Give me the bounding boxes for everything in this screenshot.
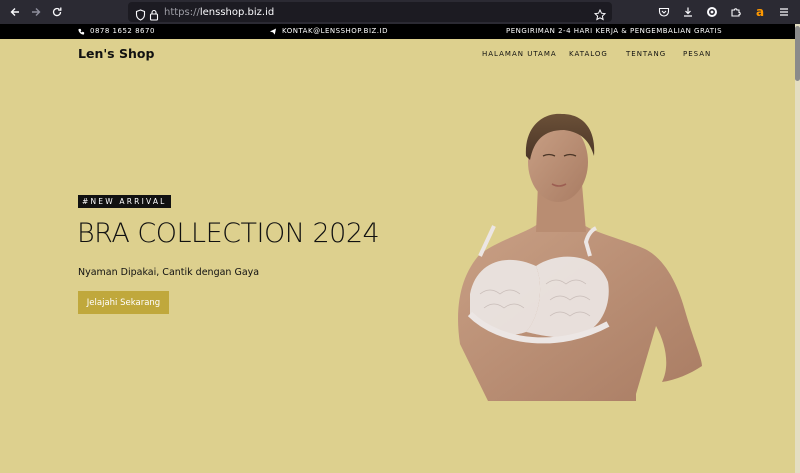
extension-puzzle-icon[interactable] [726, 2, 746, 22]
hero-title: BRA COLLECTION 2024 [77, 218, 380, 249]
svg-text:a: a [756, 5, 764, 19]
download-icon[interactable] [678, 2, 698, 22]
phone-contact[interactable]: 0878 1652 8670 [78, 27, 155, 35]
forward-arrow-icon[interactable] [25, 1, 47, 23]
url-scheme: https:// [164, 6, 200, 18]
explore-now-button[interactable]: Jelajahi Sekarang [78, 291, 169, 314]
menu-icon[interactable] [774, 2, 794, 22]
address-bar[interactable]: https://lensshop.biz.id [128, 2, 612, 22]
email-contact[interactable]: KONTAK@LENSSHOP.BIZ.ID [269, 27, 388, 35]
new-arrival-badge: #NEW ARRIVAL [78, 195, 171, 208]
page-scrollbar[interactable] [795, 24, 800, 473]
shield-icon[interactable] [135, 6, 146, 25]
hero-subtitle: Nyaman Dipakai, Cantik dengan Gaya [78, 267, 260, 278]
main-navigation: HALAMAN UTAMA KATALOG TENTANG PESAN [0, 50, 795, 62]
amazon-extension-icon[interactable]: a [750, 2, 770, 22]
url-host: lensshop.biz.id [199, 6, 275, 18]
browser-toolbar: https://lensshop.biz.id a [0, 0, 800, 24]
url-text[interactable]: https://lensshop.biz.id [164, 7, 274, 18]
top-info-bar: 0878 1652 8670 KONTAK@LENSSHOP.BIZ.ID PE… [0, 24, 795, 39]
scrollbar-thumb[interactable] [795, 26, 800, 81]
phone-number: 0878 1652 8670 [90, 27, 155, 35]
paper-plane-icon [269, 27, 277, 35]
reload-icon[interactable] [46, 1, 68, 23]
lock-icon[interactable] [149, 6, 159, 25]
back-arrow-icon[interactable] [4, 1, 26, 23]
account-circle-icon[interactable] [702, 2, 722, 22]
hero-model-image [440, 104, 720, 401]
nav-home[interactable]: HALAMAN UTAMA [482, 50, 557, 58]
shipping-notice: PENGIRIMAN 2-4 HARI KERJA & PENGEMBALIAN… [506, 27, 722, 35]
nav-catalog[interactable]: KATALOG [569, 50, 608, 58]
bookmark-star-icon[interactable] [593, 6, 607, 25]
nav-about[interactable]: TENTANG [626, 50, 666, 58]
nav-order[interactable]: PESAN [683, 50, 711, 58]
pocket-icon[interactable] [654, 2, 674, 22]
phone-icon [78, 28, 85, 35]
email-address: KONTAK@LENSSHOP.BIZ.ID [282, 27, 388, 35]
shipping-text: PENGIRIMAN 2-4 HARI KERJA & PENGEMBALIAN… [506, 27, 723, 35]
